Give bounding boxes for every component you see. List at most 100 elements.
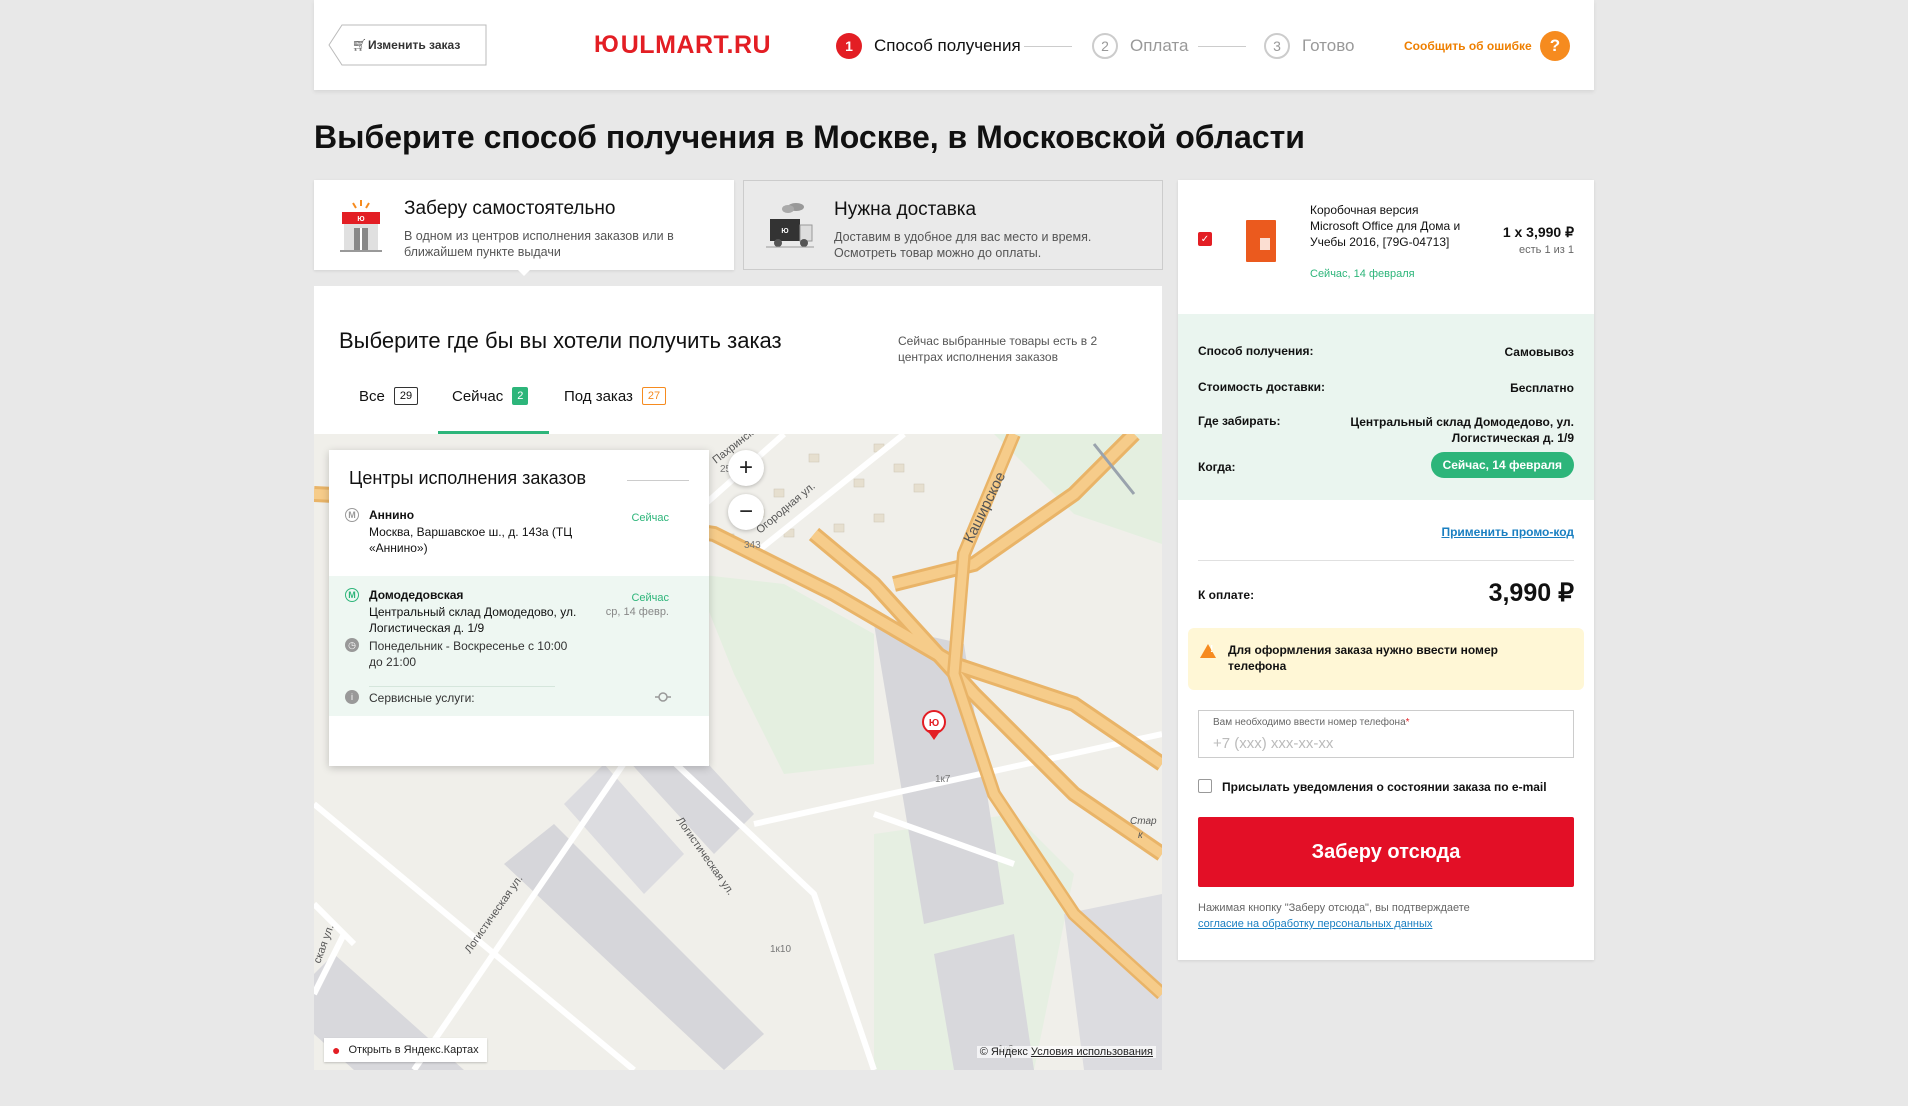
phone-label: Вам необходимо ввести номер телефона* bbox=[1213, 717, 1410, 728]
ulmart-logo[interactable]: Ю ULMART.RU bbox=[594, 31, 771, 59]
tab-label: Под заказ bbox=[564, 387, 633, 405]
terms-link[interactable]: Условия использования bbox=[1031, 1046, 1153, 1058]
phone-warning: ! Для оформления заказа нужно ввести ном… bbox=[1188, 628, 1584, 690]
open-yandex-label: Открыть в Яндекс.Картах bbox=[348, 1044, 479, 1056]
email-notify-checkbox[interactable] bbox=[1198, 779, 1212, 793]
delivery-summary: Способ получения: Самовывоз Стоимость до… bbox=[1178, 314, 1594, 500]
zoom-in-button[interactable]: + bbox=[728, 450, 764, 486]
open-yandex-maps-link[interactable]: ● Открыть в Яндекс.Картах bbox=[324, 1038, 487, 1062]
choose-location-panel: Выберите где бы вы хотели получить заказ… bbox=[314, 286, 1162, 434]
summary-key: Где забирать: bbox=[1198, 414, 1281, 428]
product-stock: есть 1 из 1 bbox=[1519, 244, 1574, 256]
centers-title: Центры исполнения заказов bbox=[349, 468, 587, 488]
step-number: 2 bbox=[1092, 33, 1118, 59]
step-number: 1 bbox=[836, 33, 862, 59]
step-label: Готово bbox=[1302, 36, 1355, 55]
wrench-icon[interactable] bbox=[655, 690, 671, 704]
choose-title: Выберите где бы вы хотели получить заказ bbox=[339, 328, 782, 353]
tab-on-order[interactable]: Под заказ 27 bbox=[564, 384, 667, 408]
phone-input[interactable] bbox=[1213, 733, 1553, 753]
change-order-label: Изменить заказ bbox=[368, 38, 461, 52]
page-title: Выберите способ получения в Москве, в Мо… bbox=[314, 119, 1305, 155]
product-price: 1 x 3,990 ₽ bbox=[1502, 224, 1574, 240]
center-name: Домодедовская bbox=[369, 588, 464, 602]
tab-label: Все bbox=[359, 387, 385, 405]
tab-count-badge: 29 bbox=[393, 387, 419, 405]
pickup-option-card[interactable]: Ю Заберу самостоятельно В одном из центр… bbox=[314, 180, 734, 270]
summary-key: Способ получения: bbox=[1198, 344, 1314, 358]
map-copyright: © Яндекс Условия использования bbox=[976, 1046, 1156, 1058]
summary-value: Самовывоз bbox=[1504, 345, 1574, 359]
tab-label: Сейчас bbox=[452, 387, 504, 405]
pickup-here-button[interactable]: Заберу отсюда bbox=[1198, 817, 1574, 887]
tab-all[interactable]: Все 29 bbox=[359, 384, 419, 408]
center-address: Москва, Варшавское ш., д. 143а (ТЦ «Анни… bbox=[369, 525, 573, 555]
order-summary-sidebar: ✓ Коробочная версия Microsoft Office для… bbox=[1178, 180, 1594, 960]
change-order-button[interactable]: 🛒︎ Изменить заказ bbox=[328, 24, 488, 66]
info-icon: i bbox=[345, 690, 359, 704]
center-item-annino[interactable]: М Аннино Москва, Варшавское ш., д. 143а … bbox=[329, 504, 709, 574]
summary-key: Когда: bbox=[1198, 460, 1236, 474]
product-name[interactable]: Коробочная версия Microsoft Office для Д… bbox=[1310, 202, 1470, 250]
svg-text:Стар: Стар bbox=[1130, 816, 1157, 827]
to-pay-label: К оплате: bbox=[1198, 588, 1255, 602]
svg-text:1к10: 1к10 bbox=[770, 944, 791, 955]
divider bbox=[369, 686, 555, 687]
consent-note: Нажимая кнопку "Заберу отсюда", вы подтв… bbox=[1198, 900, 1574, 932]
center-hours: Понедельник - Воскресенье с 10:00 до 21:… bbox=[369, 639, 568, 669]
item-checkbox[interactable]: ✓ bbox=[1198, 232, 1212, 246]
top-header: 🛒︎ Изменить заказ Ю ULMART.RU 1 Способ п… bbox=[314, 0, 1594, 90]
logo-mark: Ю bbox=[594, 31, 619, 58]
delivery-option-card[interactable]: Ю Нужна доставка Доставим в удобное для … bbox=[743, 180, 1163, 270]
center-availability: Сейчас bbox=[631, 592, 669, 604]
map-pin-icon: ● bbox=[332, 1042, 341, 1058]
step-delivery-method: 1 Способ получения bbox=[836, 32, 1021, 60]
svg-text:Ю: Ю bbox=[929, 718, 939, 729]
step-label: Оплата bbox=[1130, 36, 1189, 55]
zoom-out-button[interactable]: − bbox=[728, 494, 764, 530]
when-badge: Сейчас, 14 февраля bbox=[1430, 452, 1574, 478]
total-amount: 3,990 ₽ bbox=[1488, 579, 1574, 607]
selected-arrow bbox=[516, 268, 532, 276]
step-connector bbox=[1198, 46, 1246, 47]
tab-count-badge: 2 bbox=[512, 387, 529, 405]
step-payment: 2 Оплата bbox=[1092, 32, 1188, 60]
tab-now[interactable]: Сейчас 2 bbox=[452, 384, 529, 408]
step-connector bbox=[1024, 46, 1072, 47]
product-image[interactable] bbox=[1246, 220, 1276, 262]
delivery-desc: Доставим в удобное для вас место и время… bbox=[834, 230, 1092, 260]
fulfillment-centers-panel: Центры исполнения заказов М Аннино Москв… bbox=[329, 450, 709, 766]
phone-field[interactable]: Вам необходимо ввести номер телефона* bbox=[1198, 710, 1574, 758]
center-item-domodedovskaya[interactable]: М Домодедовская Центральный склад Домоде… bbox=[329, 576, 709, 716]
center-name: Аннино bbox=[369, 508, 415, 522]
warning-mark: ! bbox=[1210, 644, 1214, 655]
product-availability: Сейчас, 14 февраля bbox=[1310, 268, 1415, 280]
warning-text: Для оформления заказа нужно ввести номер… bbox=[1228, 643, 1498, 673]
metro-icon: М bbox=[345, 508, 359, 522]
divider bbox=[1198, 560, 1574, 561]
store-icon: Ю bbox=[340, 200, 382, 252]
svg-text:1к7: 1к7 bbox=[935, 774, 951, 785]
metro-icon: М bbox=[345, 588, 359, 602]
help-icon[interactable]: ? bbox=[1540, 31, 1570, 61]
center-date: ср, 14 февр. bbox=[605, 606, 669, 618]
apply-promo-link[interactable]: Применить промо-код bbox=[1441, 525, 1574, 539]
step-done: 3 Готово bbox=[1264, 32, 1355, 60]
cart-item: ✓ Коробочная версия Microsoft Office для… bbox=[1178, 180, 1594, 312]
availability-note: Сейчас выбранные товары есть в 2 центрах… bbox=[898, 334, 1098, 364]
pickup-desc: В одном из центров исполнения заказов ил… bbox=[404, 229, 674, 259]
step-label: Способ получения bbox=[874, 36, 1021, 55]
email-notify-label[interactable]: Присылать уведомления о состоянии заказа… bbox=[1222, 780, 1547, 794]
svg-text:343: 343 bbox=[744, 540, 761, 551]
center-address: Центральный склад Домодедово, ул. Логист… bbox=[369, 605, 577, 635]
clock-icon: ◷ bbox=[345, 638, 359, 652]
svg-text:Ю: Ю bbox=[357, 216, 364, 223]
report-error-link[interactable]: Сообщить об ошибке bbox=[1404, 39, 1532, 53]
consent-text: Нажимая кнопку "Заберу отсюда", вы подтв… bbox=[1198, 902, 1470, 914]
title-divider bbox=[627, 480, 689, 481]
copyright-text: © Яндекс bbox=[979, 1046, 1028, 1058]
cart-icon: 🛒︎ bbox=[352, 38, 368, 52]
phone-label-text: Вам необходимо ввести номер телефона bbox=[1213, 717, 1406, 728]
delivery-title: Нужна доставка bbox=[834, 199, 977, 220]
consent-link[interactable]: согласие на обработку персональных данны… bbox=[1198, 918, 1432, 930]
